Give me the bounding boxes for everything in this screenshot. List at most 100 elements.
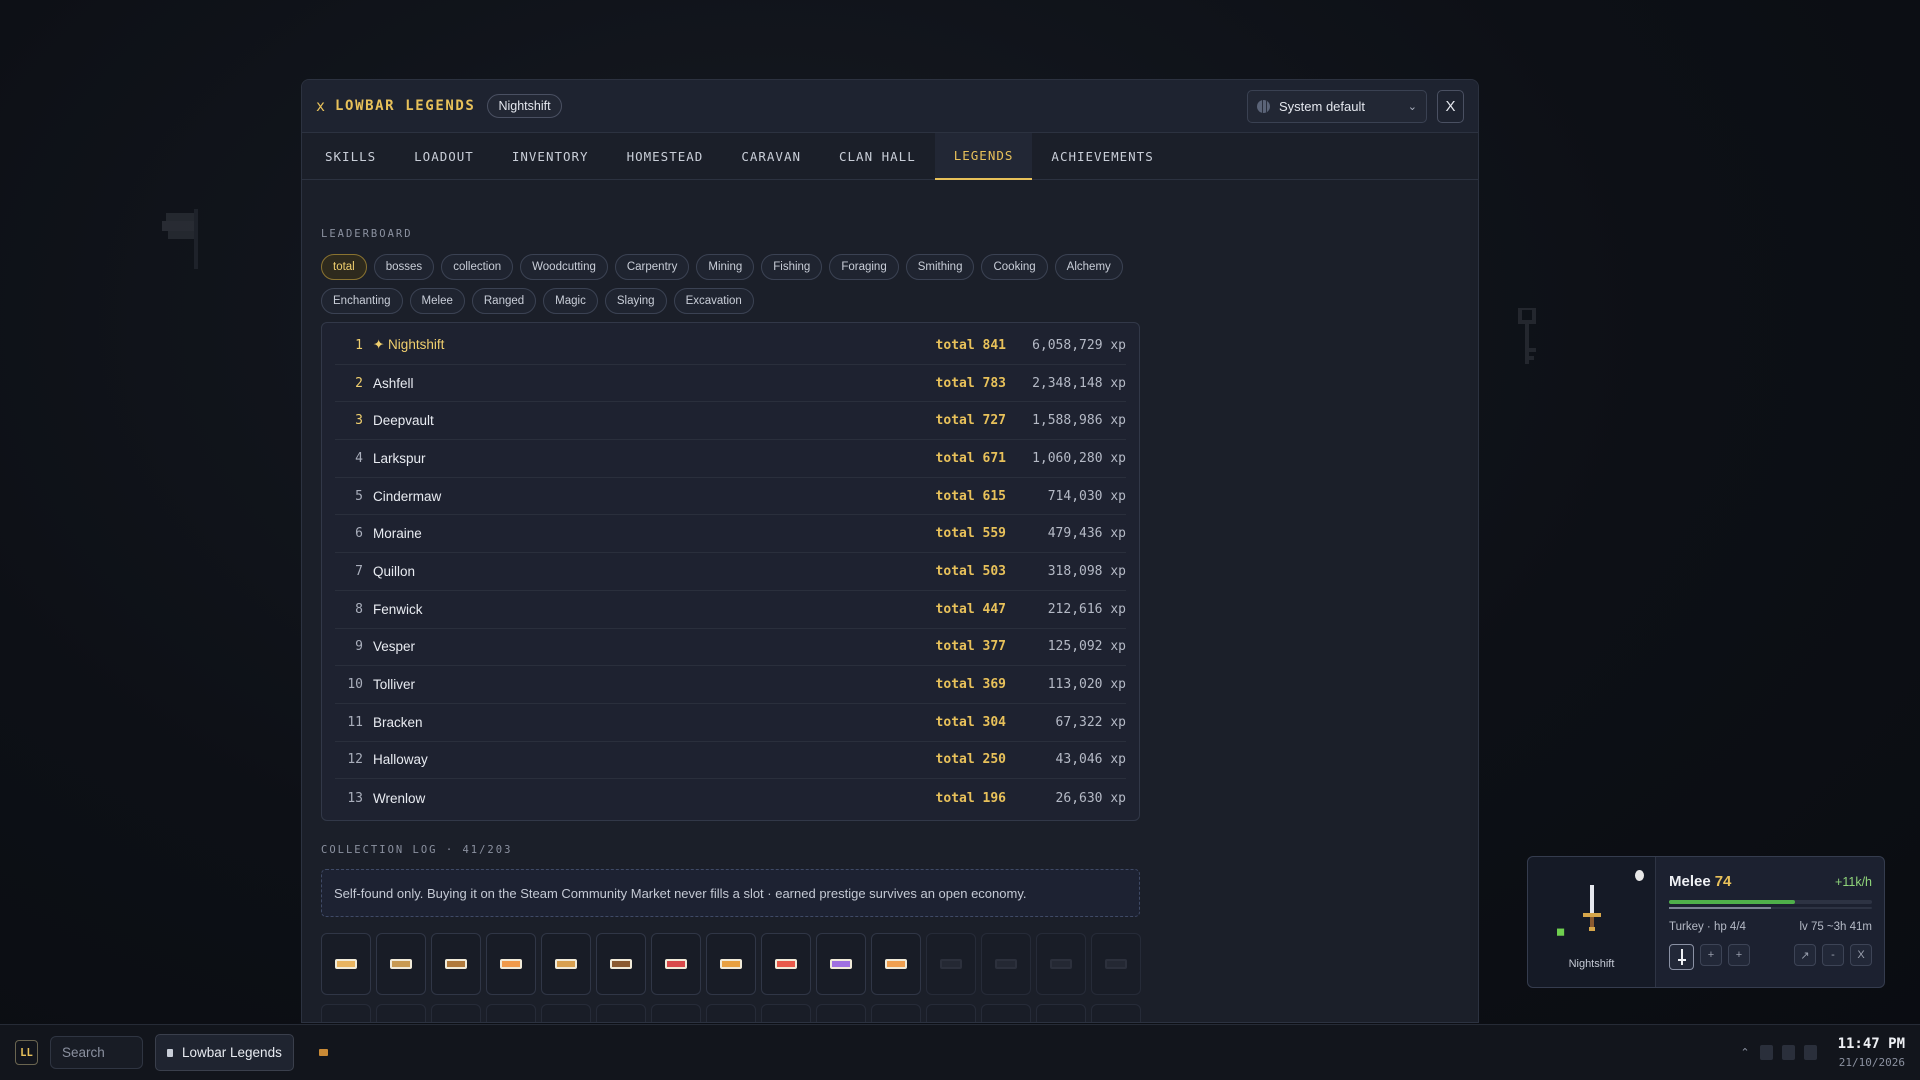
- collection-slot-empty[interactable]: [431, 1004, 481, 1022]
- collection-slot-empty[interactable]: [1036, 933, 1086, 995]
- collection-slot-empty[interactable]: [596, 1004, 646, 1022]
- collection-slot-empty[interactable]: [321, 1004, 371, 1022]
- filter-chip-melee[interactable]: Melee: [409, 288, 465, 314]
- filter-chip-cooking[interactable]: Cooking: [981, 254, 1048, 280]
- table-row[interactable]: 2 Ashfell total 783 2,348,148 xp: [335, 365, 1126, 403]
- table-row[interactable]: 5 Cindermaw total 615 714,030 xp: [335, 478, 1126, 516]
- filter-chip-enchanting[interactable]: Enchanting: [321, 288, 403, 314]
- minimize-button[interactable]: -: [1822, 944, 1844, 966]
- expand-button[interactable]: ↗: [1794, 944, 1816, 966]
- filter-chip-collection[interactable]: collection: [441, 254, 514, 280]
- collection-slot-empty[interactable]: [761, 1004, 811, 1022]
- collection-slot-empty[interactable]: [871, 1004, 921, 1022]
- tray-icon-2[interactable]: [1781, 1045, 1795, 1060]
- filter-chip-smithing[interactable]: Smithing: [905, 254, 975, 280]
- table-row[interactable]: 9 Vesper total 377 125,092 xp: [335, 629, 1126, 667]
- row-rank: 4: [355, 450, 363, 466]
- melee-style-button[interactable]: [1669, 944, 1694, 970]
- filter-chip-slaying[interactable]: Slaying: [604, 288, 667, 314]
- filter-chip-woodcutting[interactable]: Woodcutting: [520, 254, 608, 280]
- collection-slot-empty[interactable]: [981, 933, 1031, 995]
- collection-slot-filled[interactable]: [541, 933, 591, 995]
- filter-chip-bosses[interactable]: bosses: [373, 254, 435, 280]
- table-row[interactable]: 12 Halloway total 250 43,046 xp: [335, 742, 1126, 780]
- close-button[interactable]: X: [1437, 89, 1464, 123]
- taskbar-search[interactable]: Search: [50, 1036, 143, 1069]
- row-rank: 2: [355, 375, 363, 391]
- row-total: total 727: [935, 413, 1006, 429]
- collection-slot-filled[interactable]: [816, 933, 866, 995]
- add-button-1[interactable]: +: [1700, 944, 1722, 966]
- collection-slot-empty[interactable]: [926, 1004, 976, 1022]
- collection-slot-filled[interactable]: [871, 933, 921, 995]
- tab-homestead[interactable]: HOMESTEAD: [608, 133, 723, 180]
- collection-slot-filled[interactable]: [431, 933, 481, 995]
- filter-chip-total[interactable]: total: [321, 254, 367, 280]
- tray-icon-3[interactable]: [1803, 1045, 1817, 1060]
- collection-slot-filled[interactable]: [321, 933, 371, 995]
- table-row[interactable]: 3 Deepvault total 727 1,588,986 xp: [335, 402, 1126, 441]
- collection-slot-filled[interactable]: [596, 933, 646, 995]
- filter-chip-foraging[interactable]: Foraging: [829, 254, 899, 280]
- collection-slot-empty[interactable]: [541, 1004, 591, 1022]
- row-total: total 250: [935, 752, 1006, 768]
- tab-clan-hall[interactable]: CLAN HALL: [820, 133, 935, 180]
- table-row[interactable]: 1 ✦ Nightshift total 841 6,058,729 xp: [335, 327, 1126, 365]
- item-icon: [445, 959, 467, 969]
- leaderboard-filters: total bosses collection Woodcutting Carpentr…: [321, 254, 1141, 314]
- tab-loadout[interactable]: LOADOUT: [395, 133, 493, 180]
- collection-slot-empty[interactable]: [981, 1004, 1031, 1022]
- collection-slot-filled[interactable]: [706, 933, 756, 995]
- tab-legends[interactable]: LEGENDS: [934, 133, 1033, 180]
- chest-icon[interactable]: [318, 1049, 328, 1056]
- tab-caravan[interactable]: CARAVAN: [722, 133, 820, 180]
- table-row[interactable]: 7 Quillon total 503 318,098 xp: [335, 553, 1126, 591]
- table-row[interactable]: 11 Bracken total 304 67,322 xp: [335, 704, 1126, 742]
- filter-chip-alchemy[interactable]: Alchemy: [1054, 254, 1123, 280]
- collection-slot-empty[interactable]: [1036, 1004, 1086, 1022]
- collection-slot-empty[interactable]: [486, 1004, 536, 1022]
- table-row[interactable]: 13 Wrenlow total 196 26,630 xp: [335, 779, 1126, 817]
- filter-chip-excavation[interactable]: Excavation: [673, 288, 754, 314]
- collection-slot-filled[interactable]: [486, 933, 536, 995]
- filter-chip-fishing[interactable]: Fishing: [761, 254, 823, 280]
- collection-slot-empty[interactable]: [926, 933, 976, 995]
- table-row[interactable]: 10 Tolliver total 369 113,020 xp: [335, 666, 1126, 704]
- collection-slot-empty[interactable]: [816, 1004, 866, 1022]
- globe-icon: [1257, 99, 1270, 113]
- character-badge[interactable]: Nightshift: [487, 94, 562, 118]
- leaderboard-table: 1 ✦ Nightshift total 841 6,058,729 xp 2 Ashfe…: [321, 322, 1140, 821]
- collection-slot-empty[interactable]: [651, 1004, 701, 1022]
- tab-inventory[interactable]: INVENTORY: [493, 133, 608, 180]
- language-value: System default: [1279, 98, 1365, 114]
- row-total: total 615: [935, 488, 1006, 504]
- language-select[interactable]: System default ⌄: [1247, 89, 1427, 123]
- tab-achievements[interactable]: ACHIEVEMENTS: [1032, 133, 1172, 180]
- collection-slot-empty[interactable]: [376, 1004, 426, 1022]
- table-row[interactable]: 6 Moraine total 559 479,436 xp: [335, 515, 1126, 554]
- collection-slot-empty[interactable]: [1091, 1004, 1141, 1022]
- row-name: Wrenlow: [373, 790, 426, 806]
- item-icon: [390, 959, 412, 969]
- clock[interactable]: 11:47 PM 21/10/2026: [1838, 1036, 1905, 1069]
- collection-slot-filled[interactable]: [376, 933, 426, 995]
- filter-chip-ranged[interactable]: Ranged: [471, 288, 537, 314]
- collection-slot-filled[interactable]: [651, 933, 701, 995]
- filter-chip-carpentry[interactable]: Carpentry: [614, 254, 690, 280]
- collection-slot-empty[interactable]: [1091, 933, 1141, 995]
- app-logo-mark: x: [316, 97, 326, 115]
- row-xp: 2,348,148 xp: [1032, 375, 1126, 391]
- chevron-up-icon[interactable]: ⌃: [1740, 1046, 1749, 1059]
- collection-slot-filled[interactable]: [761, 933, 811, 995]
- filter-chip-mining[interactable]: Mining: [696, 254, 755, 280]
- hud-close-button[interactable]: X: [1850, 944, 1872, 966]
- table-row[interactable]: 4 Larkspur total 671 1,060,280 xp: [335, 440, 1126, 478]
- tab-skills[interactable]: SKILLS: [306, 133, 395, 180]
- table-row[interactable]: 8 Fenwick total 447 212,616 xp: [335, 591, 1126, 629]
- tray-icon-1[interactable]: [1759, 1045, 1773, 1060]
- filter-chip-magic[interactable]: Magic: [543, 288, 598, 314]
- taskbar-app-lowbar-legends[interactable]: Lowbar Legends: [155, 1034, 294, 1071]
- collection-slot-empty[interactable]: [706, 1004, 756, 1022]
- add-button-2[interactable]: +: [1728, 944, 1750, 966]
- start-button[interactable]: LL: [15, 1040, 38, 1065]
